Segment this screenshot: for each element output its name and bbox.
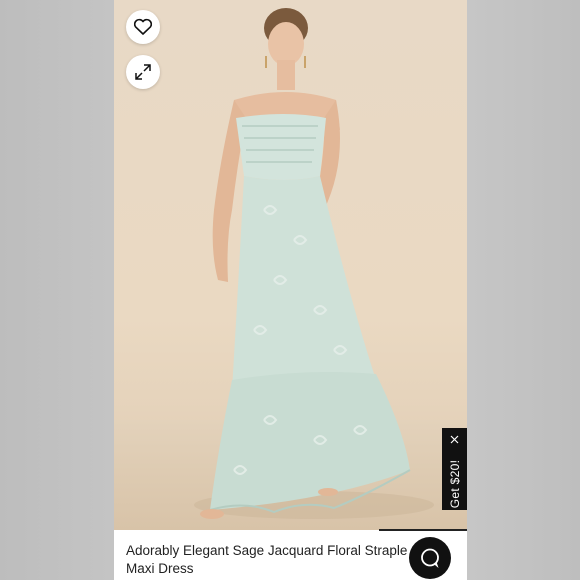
model-in-dress: [194, 8, 434, 519]
chat-bubble-icon: [421, 548, 439, 569]
left-blur-margin: [0, 0, 114, 580]
close-icon: [450, 435, 459, 443]
product-photo[interactable]: Get $20!: [114, 0, 467, 530]
chat-button[interactable]: [409, 537, 451, 579]
promo-tab[interactable]: Get $20!: [442, 428, 467, 510]
product-screen: Get $20! Adorably Elegant Sage Jacquard …: [114, 0, 467, 580]
product-title: Adorably Elegant Sage Jacquard Floral St…: [126, 542, 416, 578]
promo-close-button[interactable]: [442, 432, 467, 446]
expand-icon: [135, 64, 151, 80]
image-indicator: [379, 529, 467, 531]
product-title-line-1: Adorably Elegant Sage Jacquard Floral St…: [126, 543, 408, 558]
promo-label: Get $20!: [448, 459, 462, 509]
favorite-button[interactable]: [126, 10, 160, 44]
heart-icon: [133, 18, 153, 35]
expand-image-button[interactable]: [126, 55, 160, 89]
product-title-line-2: Maxi Dress: [126, 561, 194, 576]
right-blur-margin: [467, 0, 580, 580]
